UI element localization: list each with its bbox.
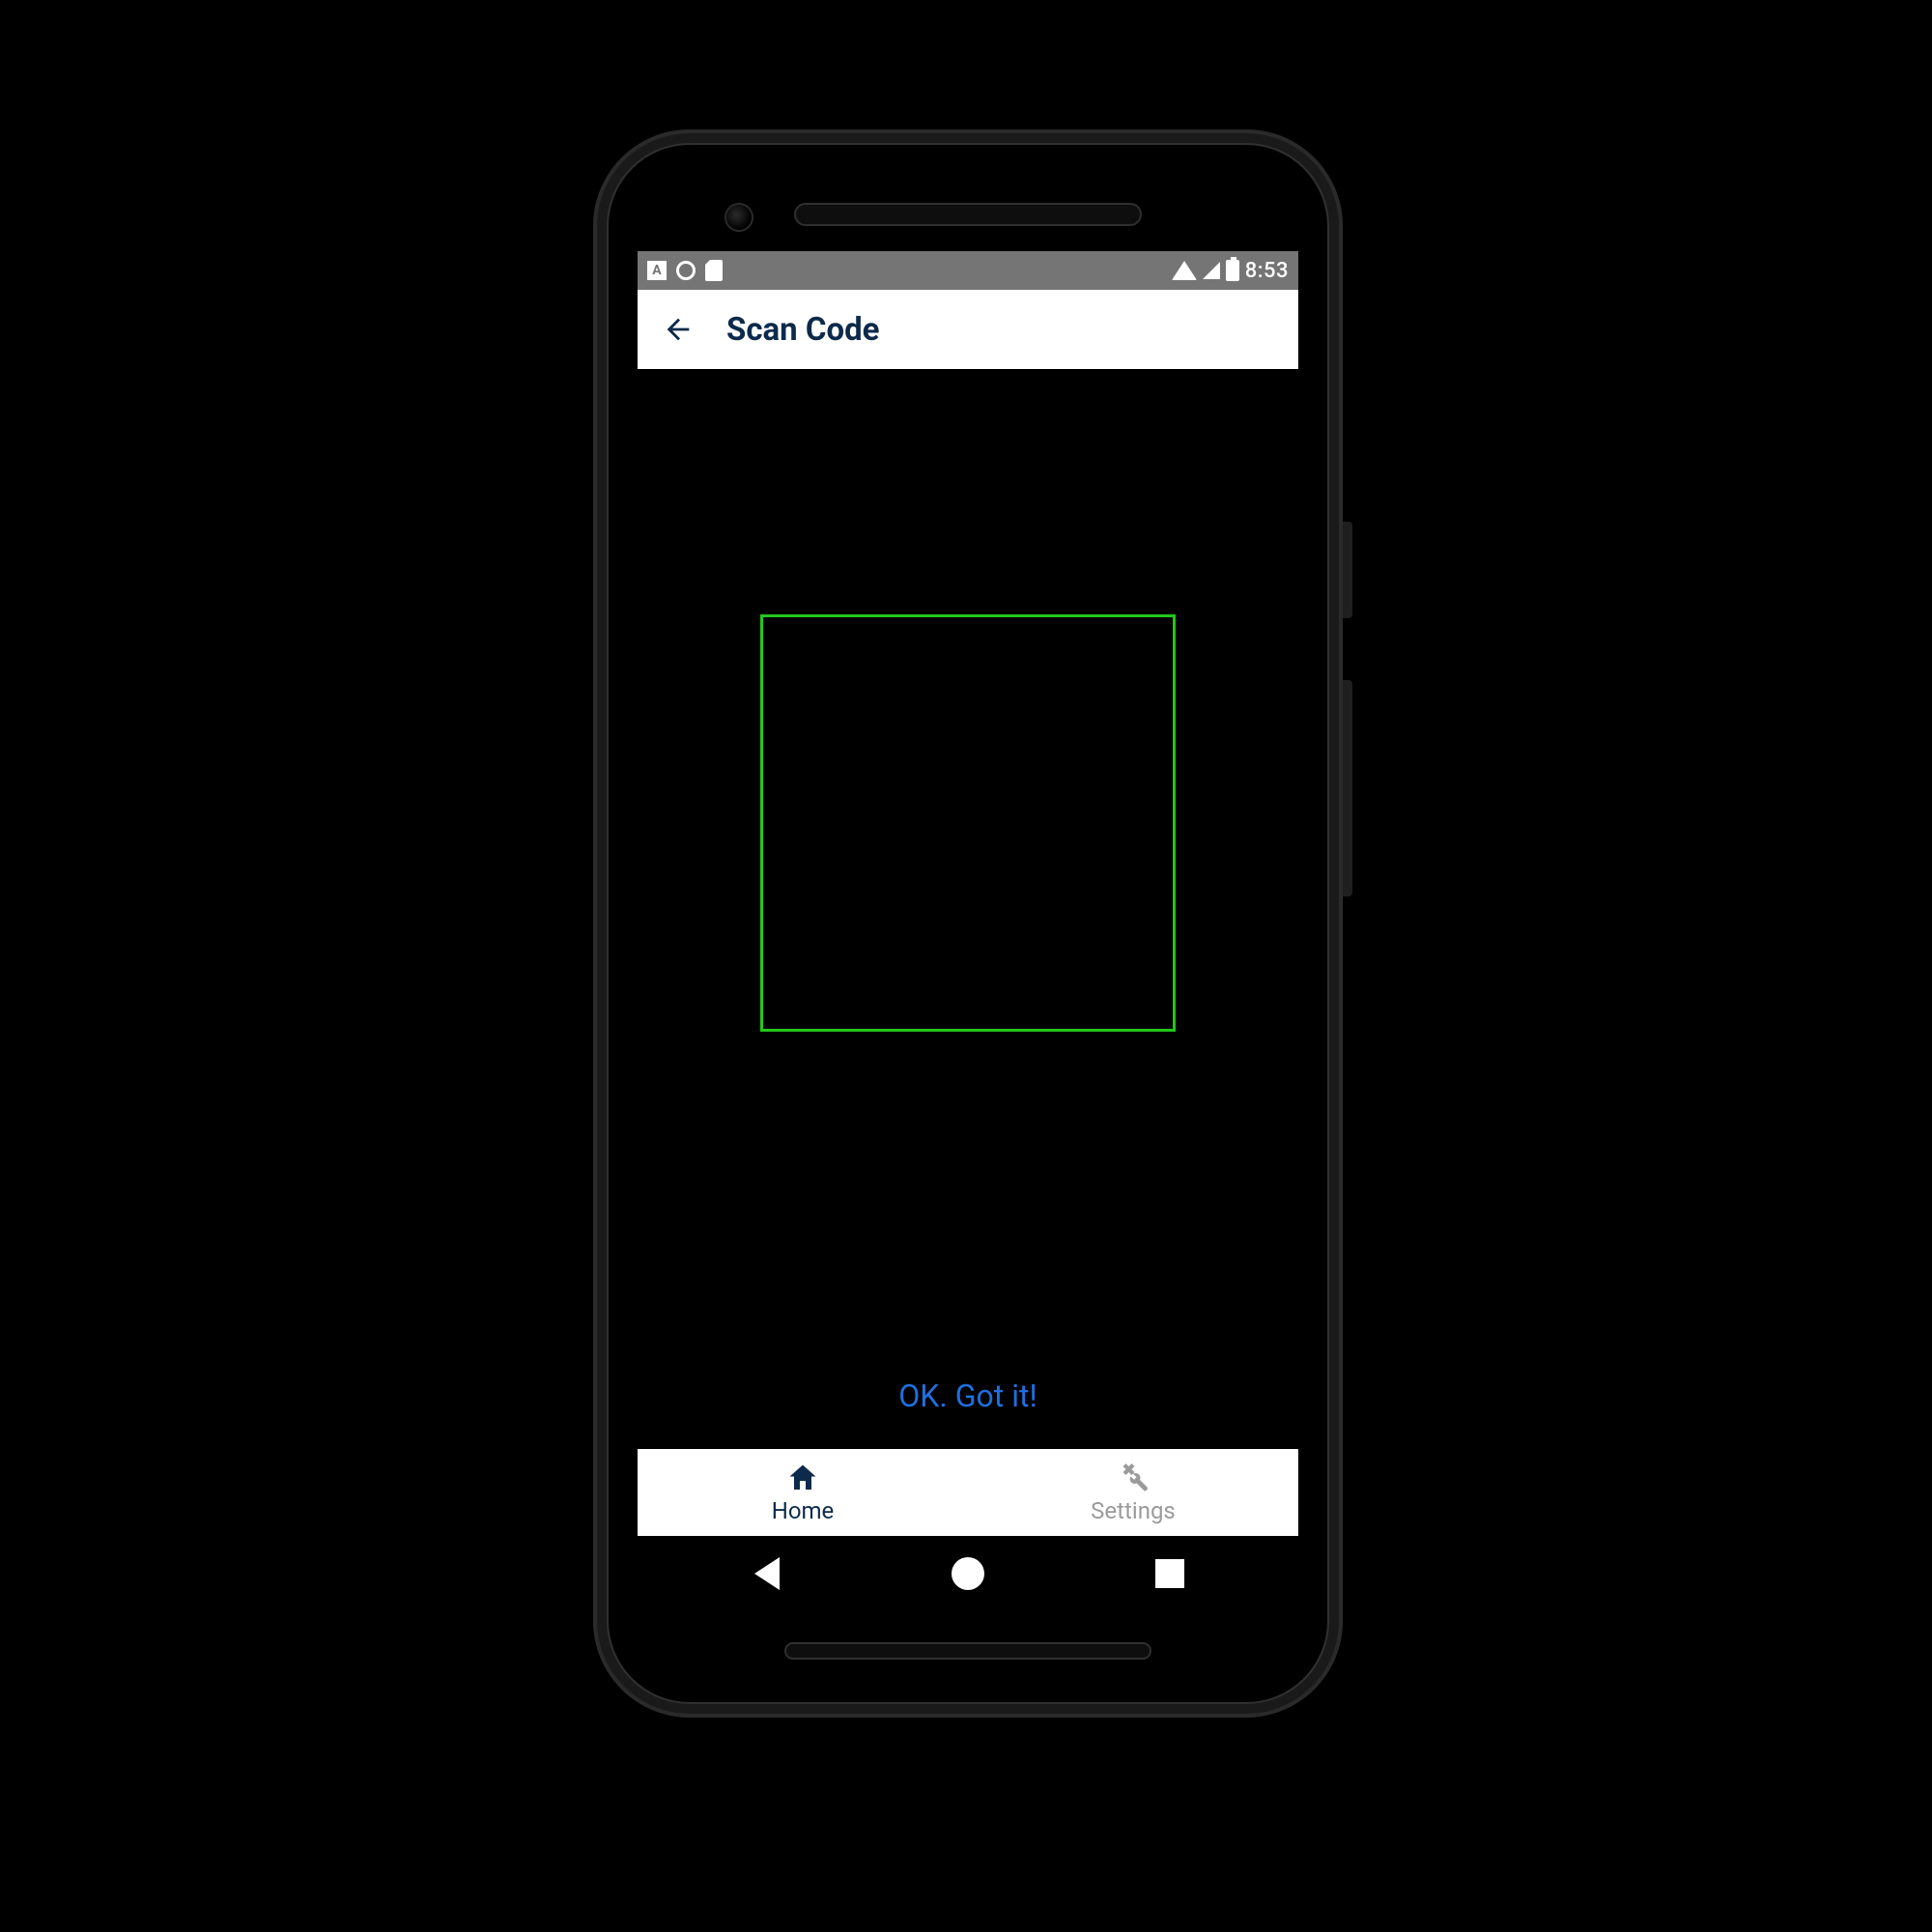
wifi-icon [1172,261,1197,280]
status-clock: 8:53 [1245,259,1289,283]
ok-got-it-button[interactable]: OK. Got it! [898,1378,1037,1414]
tab-settings[interactable]: Settings [968,1449,1298,1536]
scan-target-frame [760,614,1176,1032]
battery-charging-icon [1226,260,1239,281]
home-icon [785,1461,820,1495]
android-home-button[interactable] [895,1549,1040,1598]
sd-card-icon [705,260,723,281]
back-button[interactable] [657,308,699,351]
phone-side-button [1343,680,1352,896]
app-bar: Scan Code [638,290,1298,369]
earpiece-speaker [794,203,1142,226]
phone-frame: A 8:53 [593,129,1343,1718]
circle-home-icon [952,1557,984,1590]
front-camera [726,205,752,230]
status-ring-icon [676,261,696,280]
tab-home[interactable]: Home [638,1449,968,1536]
arrow-left-icon [662,313,695,346]
tab-home-label: Home [772,1497,835,1524]
android-nav-bar [638,1536,1298,1611]
device-screen: A 8:53 [638,251,1298,1611]
status-bar: A 8:53 [638,251,1298,290]
bottom-speaker [784,1642,1151,1660]
android-recent-button[interactable] [1097,1549,1242,1598]
tab-settings-label: Settings [1091,1497,1176,1524]
bottom-tab-bar: Home Settings [638,1449,1298,1536]
tools-icon [1116,1461,1151,1495]
camera-scan-view[interactable]: OK. Got it! [638,369,1298,1449]
triangle-back-icon [754,1557,780,1590]
page-title: Scan Code [726,311,880,349]
phone-side-button [1343,522,1352,618]
cell-signal-icon [1203,262,1220,279]
android-back-button[interactable] [695,1549,839,1598]
phone-inner-frame: A 8:53 [607,143,1329,1704]
square-recent-icon [1155,1559,1184,1588]
status-app-badge-icon: A [647,261,667,280]
